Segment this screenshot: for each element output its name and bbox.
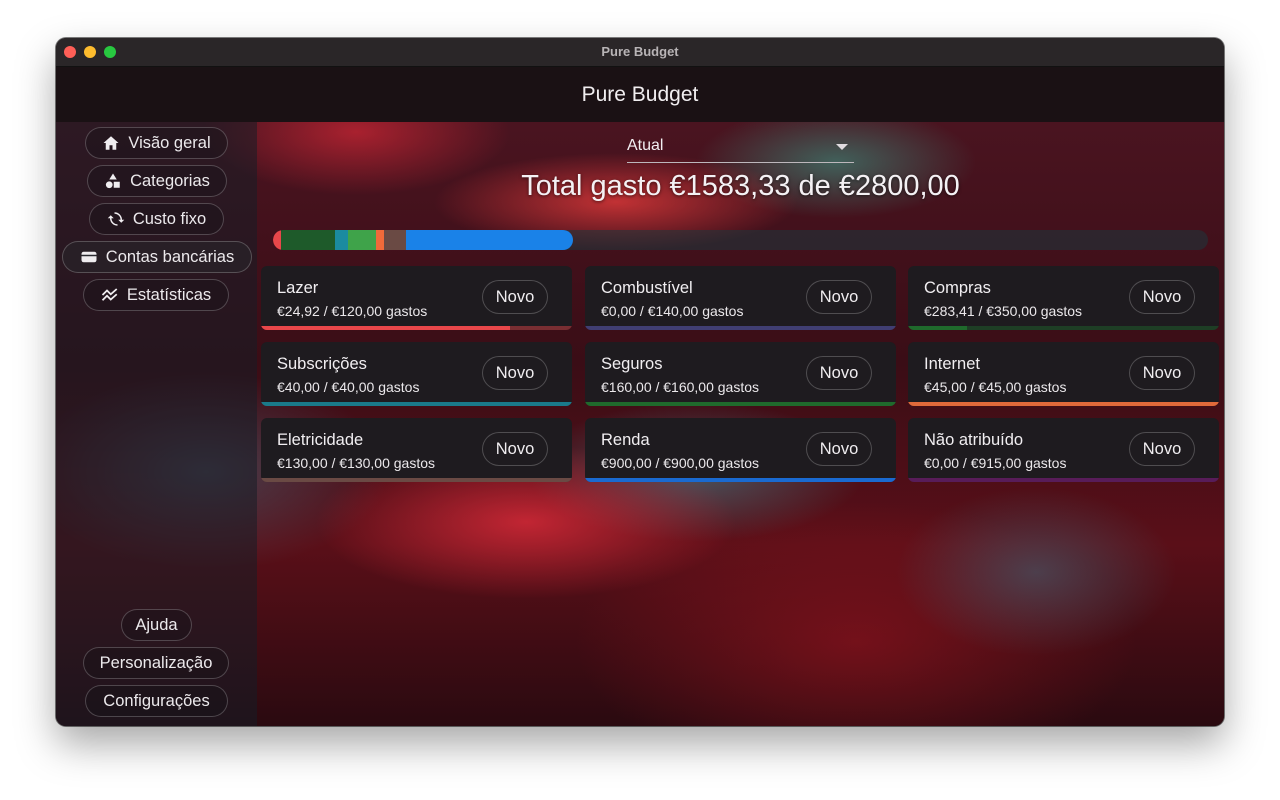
wallet-icon xyxy=(80,248,98,266)
content-area: Visão geral Categorias Custo fixo Contas… xyxy=(56,122,1224,726)
category-name: Internet xyxy=(924,355,980,373)
new-expense-button[interactable]: Novo xyxy=(1129,356,1195,390)
category-card[interactable]: Compras €283,41 / €350,00 gastos Novo xyxy=(908,266,1219,330)
category-amount: €0,00 / €140,00 gastos xyxy=(601,303,744,319)
total-progress-bar xyxy=(273,230,1208,250)
category-amount: €130,00 / €130,00 gastos xyxy=(277,455,436,471)
progress-segment xyxy=(406,230,573,250)
settings-button[interactable]: Configurações xyxy=(85,685,228,717)
category-progress-fill xyxy=(908,326,968,330)
chevron-down-icon xyxy=(836,144,848,150)
progress-segment xyxy=(273,230,282,250)
category-card[interactable]: Internet €45,00 / €45,00 gastos Novo xyxy=(908,342,1219,406)
sidebar-item-label: Custo fixo xyxy=(132,209,207,228)
main-panel: Atual Total gasto €1583,33 de €2800,00 L… xyxy=(257,122,1224,726)
sidebar-item-categories[interactable]: Categorias xyxy=(87,165,227,197)
category-name: Combustível xyxy=(601,279,693,297)
sidebar-item-statistics[interactable]: Estatísticas xyxy=(83,279,229,311)
help-button[interactable]: Ajuda xyxy=(121,609,192,641)
category-name: Lazer xyxy=(277,279,319,297)
period-select[interactable]: Atual xyxy=(627,134,854,163)
progress-segment xyxy=(384,230,407,250)
shapes-icon xyxy=(104,172,122,190)
category-card[interactable]: Subscrições €40,00 / €40,00 gastos Novo xyxy=(261,342,572,406)
app-bar: Pure Budget xyxy=(56,67,1224,122)
new-expense-button[interactable]: Novo xyxy=(482,432,548,466)
total-spent: Total gasto €1583,33 de €2800,00 xyxy=(521,170,960,202)
sidebar-item-overview[interactable]: Visão geral xyxy=(85,127,228,159)
app-window: Pure Budget Pure Budget Visão geral Cate… xyxy=(56,38,1224,726)
title-bar: Pure Budget xyxy=(56,38,1224,67)
new-expense-button[interactable]: Novo xyxy=(806,280,872,314)
category-amount: €40,00 / €40,00 gastos xyxy=(277,379,420,395)
category-card[interactable]: Não atribuído €0,00 / €915,00 gastos Novo xyxy=(908,418,1219,482)
sidebar-item-label: Categorias xyxy=(130,171,210,190)
category-amount: €283,41 / €350,00 gastos xyxy=(924,303,1083,319)
category-progress-fill xyxy=(261,478,572,482)
category-name: Não atribuído xyxy=(924,431,1024,449)
total-progress-fill xyxy=(273,230,573,250)
category-amount: €45,00 / €45,00 gastos xyxy=(924,379,1067,395)
window-title: Pure Budget xyxy=(601,44,679,59)
category-name: Subscrições xyxy=(277,355,367,373)
category-card[interactable]: Eletricidade €130,00 / €130,00 gastos Novo xyxy=(261,418,572,482)
category-card[interactable]: Renda €900,00 / €900,00 gastos Novo xyxy=(585,418,896,482)
app-title: Pure Budget xyxy=(581,83,699,106)
chart-icon xyxy=(101,286,119,304)
category-amount: €160,00 / €160,00 gastos xyxy=(601,379,760,395)
progress-segment xyxy=(281,230,335,250)
refresh-icon xyxy=(107,210,125,228)
category-progress-fill xyxy=(585,402,896,406)
progress-segment xyxy=(348,230,376,250)
progress-segment xyxy=(334,230,349,250)
progress-segment xyxy=(375,230,384,250)
category-progress-fill xyxy=(585,478,896,482)
sidebar-item-fixed-cost[interactable]: Custo fixo xyxy=(89,203,224,235)
category-amount: €24,92 / €120,00 gastos xyxy=(277,303,428,319)
new-expense-button[interactable]: Novo xyxy=(806,356,872,390)
sidebar: Visão geral Categorias Custo fixo Contas… xyxy=(56,122,257,726)
category-progress-fill xyxy=(261,326,510,330)
category-progress-track xyxy=(908,478,1219,482)
category-name: Renda xyxy=(601,431,650,449)
category-card[interactable]: Lazer €24,92 / €120,00 gastos Novo xyxy=(261,266,572,330)
category-amount: €0,00 / €915,00 gastos xyxy=(924,455,1067,471)
new-expense-button[interactable]: Novo xyxy=(806,432,872,466)
category-amount: €900,00 / €900,00 gastos xyxy=(601,455,760,471)
category-name: Seguros xyxy=(601,355,663,373)
sidebar-item-label: Contas bancárias xyxy=(105,247,235,266)
category-card[interactable]: Seguros €160,00 / €160,00 gastos Novo xyxy=(585,342,896,406)
personalization-button[interactable]: Personalização xyxy=(83,647,229,679)
new-expense-button[interactable]: Novo xyxy=(482,356,548,390)
new-expense-button[interactable]: Novo xyxy=(1129,432,1195,466)
new-expense-button[interactable]: Novo xyxy=(482,280,548,314)
category-progress-fill xyxy=(261,402,572,406)
category-progress-track xyxy=(585,326,896,330)
sidebar-item-bank-accounts[interactable]: Contas bancárias xyxy=(62,241,252,273)
sidebar-item-label: Estatísticas xyxy=(126,285,212,304)
category-name: Eletricidade xyxy=(277,431,364,449)
category-card[interactable]: Combustível €0,00 / €140,00 gastos Novo xyxy=(585,266,896,330)
home-icon xyxy=(102,134,120,152)
period-select-value: Atual xyxy=(627,137,664,154)
category-progress-fill xyxy=(908,402,1219,406)
category-name: Compras xyxy=(924,279,991,297)
new-expense-button[interactable]: Novo xyxy=(1129,280,1195,314)
sidebar-item-label: Visão geral xyxy=(128,133,211,152)
